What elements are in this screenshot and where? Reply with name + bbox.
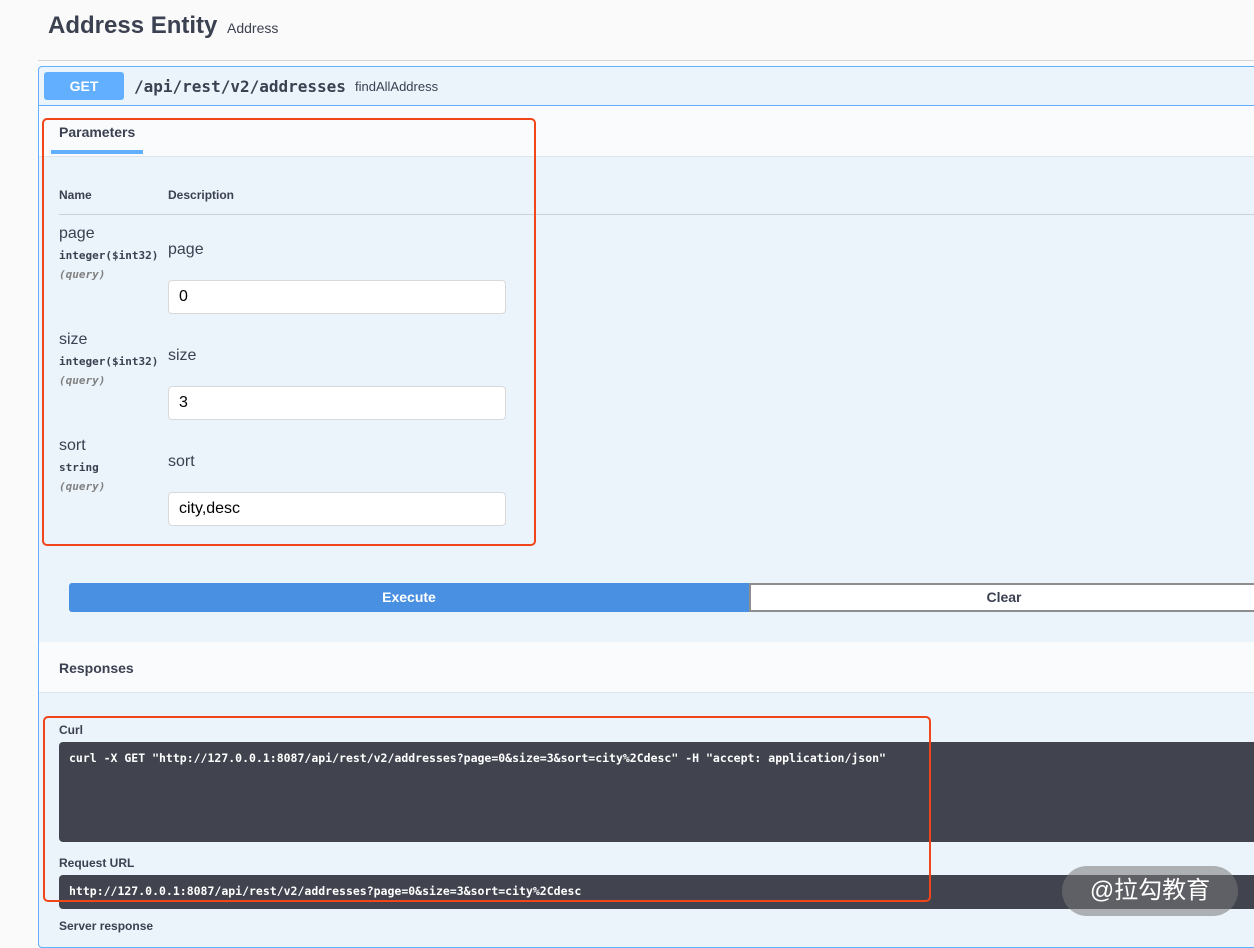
server-response-label: Server response [59,919,154,933]
responses-header [39,642,1254,693]
http-method-badge: GET [44,72,124,100]
execute-button[interactable]: Execute [69,583,749,612]
watermark: @拉勾教育 [1062,866,1238,916]
responses-title: Responses [59,660,134,676]
operation-path: /api/rest/v2/addresses [134,77,346,96]
clear-button[interactable]: Clear [749,583,1254,612]
tag-title[interactable]: Address Entity [48,12,217,40]
highlight-box-curl [43,716,931,902]
operation-id: findAllAddress [355,79,439,94]
tag-divider [38,60,1254,61]
highlight-box-parameters [42,118,536,546]
tag-description: Address [227,20,279,36]
